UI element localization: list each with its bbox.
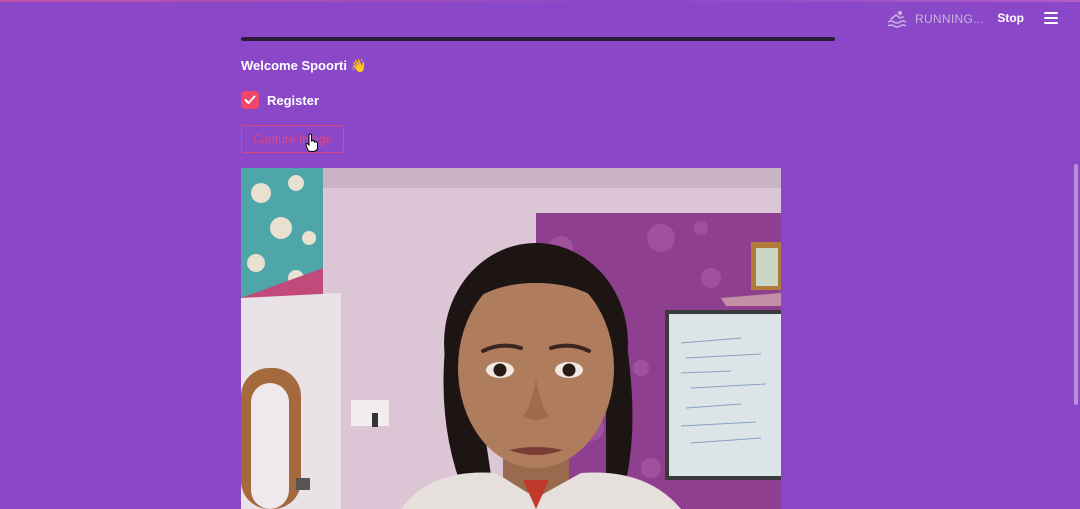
webcam-photo <box>241 168 781 509</box>
page-scrollbar[interactable] <box>1074 164 1078 405</box>
register-label: Register <box>267 92 320 108</box>
status-text: RUNNING... <box>915 12 984 26</box>
running-status: RUNNING... <box>887 10 984 28</box>
capture-image-button[interactable]: Capture Image <box>241 125 344 153</box>
register-checkbox[interactable]: Register <box>241 91 319 109</box>
section-divider <box>241 37 835 41</box>
hamburger-menu-icon[interactable] <box>1044 12 1058 24</box>
checkmark-icon[interactable] <box>241 91 259 109</box>
app-header: RUNNING... Stop <box>0 0 1080 38</box>
welcome-message: Welcome Spoorti 👋 <box>241 58 367 73</box>
swimmer-icon <box>887 10 907 28</box>
hand-pointer-icon <box>305 133 319 158</box>
stop-button[interactable]: Stop <box>997 11 1024 25</box>
